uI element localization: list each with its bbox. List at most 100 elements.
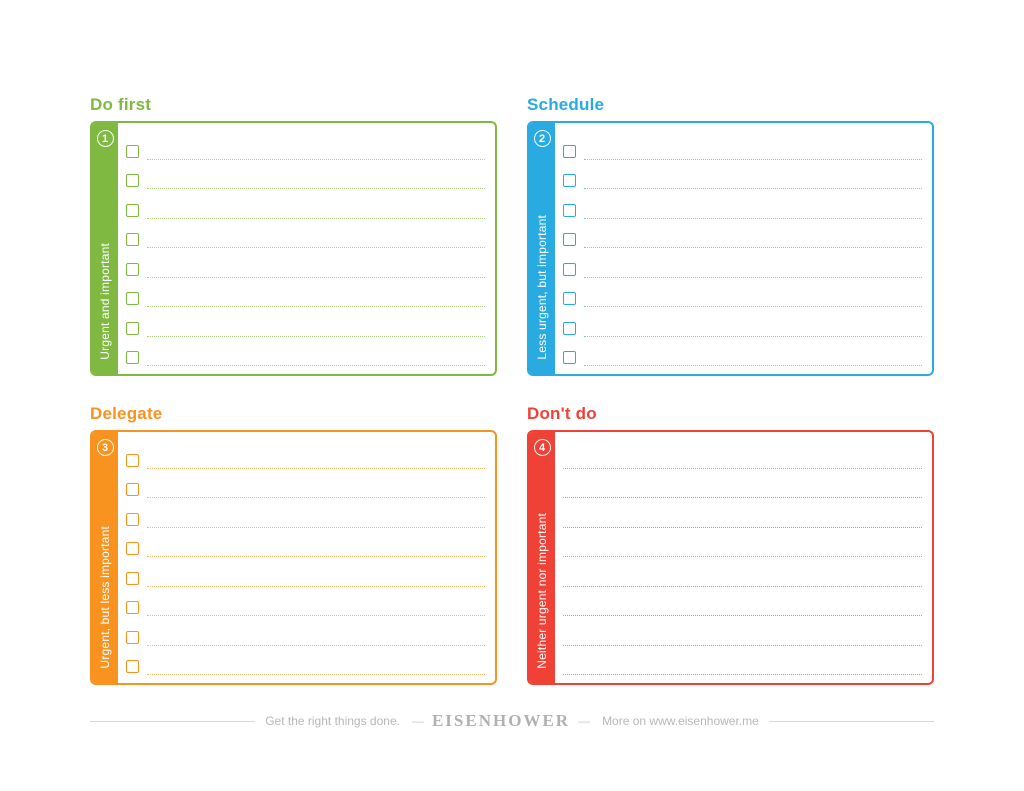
checkbox[interactable] xyxy=(126,660,139,673)
checkbox[interactable] xyxy=(563,322,576,335)
quadrant-card: 1 Urgent and important xyxy=(90,121,497,376)
quadrant-card: 4Neither urgent nor important xyxy=(527,430,934,685)
quadrant-number-badge: 3 xyxy=(97,439,114,456)
quadrant-title: Don't do xyxy=(527,404,934,424)
quadrant-q3: Delegate3Urgent, but less important xyxy=(90,404,497,685)
task-row[interactable] xyxy=(563,587,922,616)
task-line[interactable] xyxy=(147,527,485,528)
task-row xyxy=(126,528,485,557)
task-row xyxy=(563,160,922,189)
task-line[interactable] xyxy=(147,497,485,498)
task-line[interactable] xyxy=(147,277,485,278)
footer-right-text: More on www.eisenhower.me xyxy=(592,714,769,728)
task-line[interactable] xyxy=(147,586,485,587)
quadrant-side-label: Neither urgent nor important xyxy=(535,513,549,673)
quadrant-sidebar: 4Neither urgent nor important xyxy=(529,432,555,683)
task-line[interactable] xyxy=(147,645,485,646)
checkbox[interactable] xyxy=(126,145,139,158)
task-row[interactable] xyxy=(563,646,922,675)
task-row xyxy=(563,249,922,278)
quadrant-sidebar: 2Less urgent, but important xyxy=(529,123,555,374)
task-line[interactable] xyxy=(584,218,922,219)
task-line[interactable] xyxy=(147,468,485,469)
checkbox[interactable] xyxy=(126,631,139,644)
task-row xyxy=(126,131,485,160)
task-row xyxy=(126,249,485,278)
quadrant-body xyxy=(555,123,932,374)
task-row xyxy=(126,337,485,366)
task-line[interactable] xyxy=(147,188,485,189)
quadrant-title: Do first xyxy=(90,95,497,115)
task-row[interactable] xyxy=(563,440,922,469)
task-line[interactable] xyxy=(584,306,922,307)
checkbox[interactable] xyxy=(563,204,576,217)
task-line[interactable] xyxy=(584,365,922,366)
task-line[interactable] xyxy=(584,159,922,160)
footer-dash-right: — xyxy=(576,714,592,728)
task-line[interactable] xyxy=(147,247,485,248)
checkbox[interactable] xyxy=(126,483,139,496)
quadrant-card: 3 Urgent, but less important xyxy=(90,430,497,685)
quadrant-q4: Don't do 4Neither urgent nor important xyxy=(527,404,934,685)
checkbox[interactable] xyxy=(563,263,576,276)
task-line[interactable] xyxy=(147,556,485,557)
matrix-grid: Do first 1 Urgent and important Schedule2Le… xyxy=(90,95,934,685)
task-line[interactable] xyxy=(147,218,485,219)
quadrant-q2: Schedule2Less urgent, but important xyxy=(527,95,934,376)
task-row xyxy=(126,469,485,498)
task-line[interactable] xyxy=(584,277,922,278)
task-row xyxy=(126,646,485,675)
checkbox[interactable] xyxy=(126,174,139,187)
checkbox[interactable] xyxy=(563,351,576,364)
footer-brand: EISENHOWER xyxy=(426,711,576,731)
checkbox[interactable] xyxy=(126,204,139,217)
task-row[interactable] xyxy=(563,558,922,587)
checkbox[interactable] xyxy=(563,292,576,305)
task-line[interactable] xyxy=(147,306,485,307)
task-line[interactable] xyxy=(147,615,485,616)
task-row[interactable] xyxy=(563,499,922,528)
checkbox[interactable] xyxy=(126,513,139,526)
footer: Get the right things done. — EISENHOWER … xyxy=(90,711,934,731)
checkbox[interactable] xyxy=(126,601,139,614)
checkbox[interactable] xyxy=(563,145,576,158)
checkbox[interactable] xyxy=(126,263,139,276)
checkbox[interactable] xyxy=(126,351,139,364)
task-row[interactable] xyxy=(563,617,922,646)
quadrant-body xyxy=(555,432,932,683)
checkbox[interactable] xyxy=(563,233,576,246)
checkbox[interactable] xyxy=(126,572,139,585)
task-line[interactable] xyxy=(147,365,485,366)
task-line[interactable] xyxy=(147,336,485,337)
task-row xyxy=(126,308,485,337)
task-row xyxy=(126,617,485,646)
task-row[interactable] xyxy=(563,528,922,557)
task-row xyxy=(126,440,485,469)
task-line[interactable] xyxy=(584,336,922,337)
quadrant-number-badge: 1 xyxy=(97,130,114,147)
task-row xyxy=(563,308,922,337)
task-row xyxy=(563,219,922,248)
quadrant-body xyxy=(118,123,495,374)
checkbox[interactable] xyxy=(126,454,139,467)
checkbox[interactable] xyxy=(126,292,139,305)
task-row[interactable] xyxy=(563,469,922,498)
quadrant-side-label: Urgent and important xyxy=(98,243,112,364)
task-line[interactable] xyxy=(147,159,485,160)
quadrant-side-label: Urgent, but less important xyxy=(98,526,112,673)
task-line[interactable] xyxy=(584,247,922,248)
task-row xyxy=(563,337,922,366)
checkbox[interactable] xyxy=(126,542,139,555)
task-row xyxy=(126,558,485,587)
quadrant-q1: Do first 1 Urgent and important xyxy=(90,95,497,376)
checkbox[interactable] xyxy=(563,174,576,187)
task-row xyxy=(126,499,485,528)
task-row xyxy=(126,190,485,219)
task-line[interactable] xyxy=(147,674,485,675)
task-line[interactable] xyxy=(584,188,922,189)
checkbox[interactable] xyxy=(126,322,139,335)
checkbox[interactable] xyxy=(126,233,139,246)
footer-rule-left xyxy=(90,721,255,722)
footer-dash-left: — xyxy=(410,714,426,728)
footer-left-text: Get the right things done. xyxy=(255,714,410,728)
